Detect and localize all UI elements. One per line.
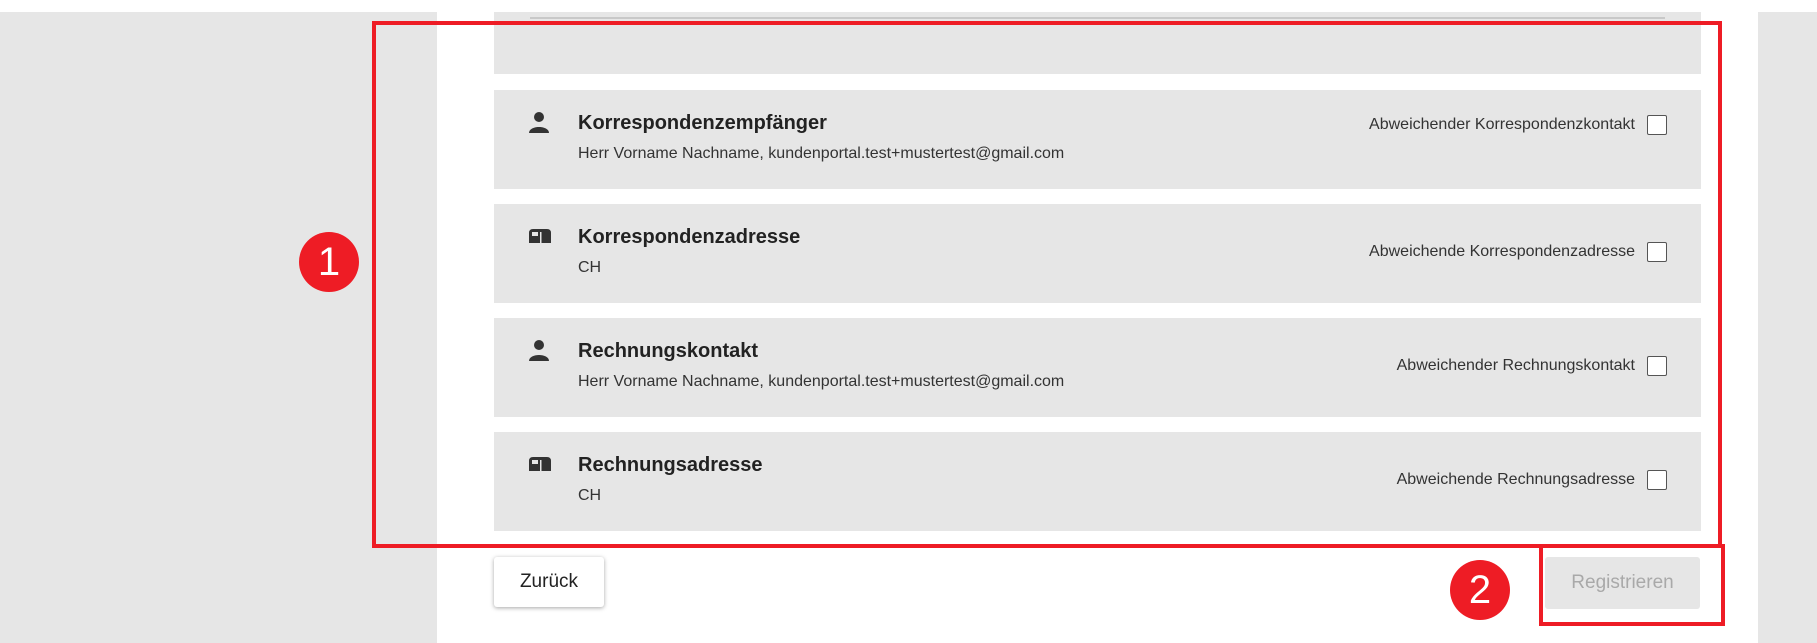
section-divider — [530, 17, 1665, 19]
right-background-panel — [1758, 0, 1817, 643]
highlight-box-2 — [1539, 544, 1725, 626]
top-strip — [0, 0, 1817, 12]
highlight-box-1 — [372, 21, 1722, 548]
annotation-marker-2: 2 — [1450, 560, 1510, 620]
annotation-marker-1: 1 — [299, 232, 359, 292]
back-button[interactable]: Zurück — [494, 557, 604, 607]
